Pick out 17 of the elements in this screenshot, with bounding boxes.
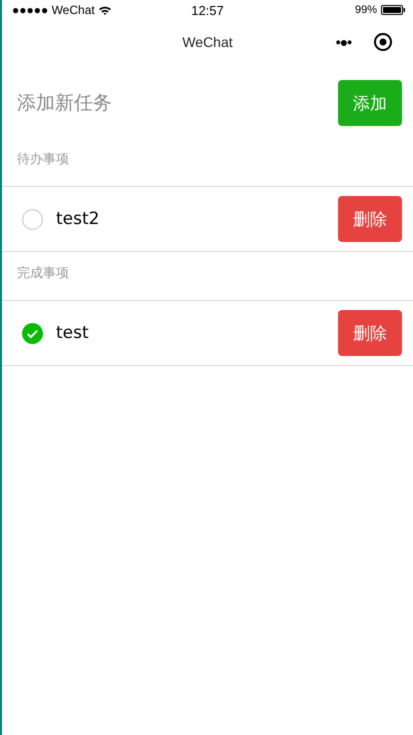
more-button[interactable]: •●• <box>336 34 351 50</box>
wifi-icon <box>98 6 111 14</box>
add-button[interactable]: 添加 <box>338 80 402 126</box>
empty-circle-icon[interactable] <box>22 208 43 230</box>
carrier-text: ●●●●● WeChat <box>12 3 95 17</box>
delete-button[interactable]: 删除 <box>338 196 402 242</box>
section-title: 待办事项 <box>16 151 70 169</box>
clock-text: 12:57 <box>191 2 224 18</box>
battery-text: 99% <box>354 4 377 16</box>
battery-icon <box>381 5 405 15</box>
task-text: test <box>56 323 90 343</box>
checked-circle-icon[interactable] <box>22 322 43 344</box>
section-title: 完成事项 <box>16 265 70 283</box>
task-text: test2 <box>56 209 100 229</box>
delete-button[interactable]: 删除 <box>338 310 402 356</box>
nav-title: WeChat <box>182 34 233 50</box>
record-icon[interactable] <box>373 32 393 52</box>
